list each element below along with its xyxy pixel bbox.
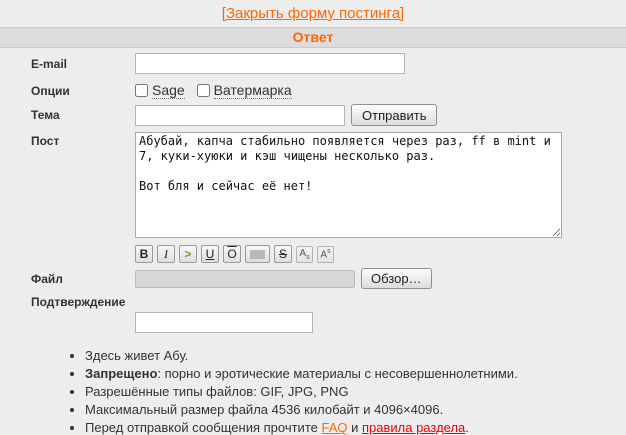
subscript-icon: As [299, 247, 310, 261]
email-label: E-mail [31, 57, 68, 71]
subject-row: Тема Отправить [0, 104, 626, 126]
watermark-checkbox[interactable] [196, 84, 210, 97]
submit-button[interactable]: Отправить [351, 104, 438, 126]
sage-option[interactable]: Sage [135, 82, 189, 99]
captcha-field[interactable] [135, 312, 313, 333]
file-label: Файл [31, 272, 63, 286]
bold-icon: B [139, 247, 149, 261]
captcha-input-row [135, 312, 626, 333]
faq-link[interactable]: FAQ [321, 420, 347, 435]
formatting-toolbar: B I > U O S As As [135, 245, 626, 263]
sage-checkbox[interactable] [135, 84, 148, 97]
rule-item: Перед отправкой сообщения прочтите FAQ и… [85, 420, 626, 435]
board-rules-list: Здесь живет Абу. Запрещено: порно и эрот… [68, 348, 626, 435]
overline-button[interactable]: O [223, 245, 241, 263]
browse-button[interactable]: Обзор… [361, 268, 432, 289]
post-textarea[interactable]: Абубай, капча стабильно появляется через… [135, 132, 562, 238]
subscript-button[interactable]: As [296, 245, 313, 263]
overline-icon: O [227, 247, 237, 261]
spoiler-icon [250, 249, 265, 259]
options-row: Опции Sage Ватермарка [0, 80, 626, 99]
rule-item: Запрещено: порно и эротические материалы… [85, 366, 626, 381]
superscript-button[interactable]: As [317, 245, 334, 263]
spoiler-button[interactable] [245, 245, 270, 263]
close-posting-form-link[interactable]: [Закрыть форму постинга] [222, 5, 404, 22]
strikethrough-icon: S [278, 247, 287, 261]
close-form-row: [Закрыть форму постинга] [0, 0, 626, 27]
post-row: Пост Абубай, капча стабильно появляется … [0, 132, 626, 243]
email-row: E-mail [0, 53, 626, 74]
rule-item: Здесь живет Абу. [85, 348, 626, 363]
reply-title-bar: Ответ [0, 27, 626, 48]
italic-icon: I [164, 246, 168, 261]
subject-field[interactable] [135, 104, 345, 126]
rule-item: Максимальный размер файла 4536 килобайт … [85, 402, 626, 417]
superscript-icon: As [320, 247, 331, 261]
strikethrough-button[interactable]: S [274, 245, 292, 263]
bold-button[interactable]: B [135, 245, 153, 263]
captcha-label: Подтверждение [31, 295, 126, 309]
watermark-option[interactable]: Ватермарка [196, 82, 292, 99]
post-label: Пост [31, 134, 60, 148]
captcha-label-row: Подтверждение [0, 295, 626, 309]
quote-icon: > [184, 247, 192, 261]
italic-button[interactable]: I [157, 245, 175, 263]
file-row: Файл Обзор… [0, 268, 626, 289]
form-title: Ответ [292, 29, 334, 45]
underline-icon: U [205, 247, 215, 261]
watermark-label: Ватермарка [213, 82, 292, 99]
rule-item: Разрешённые типы файлов: GIF, JPG, PNG [85, 384, 626, 399]
sage-label: Sage [152, 82, 185, 99]
subject-label: Тема [31, 108, 60, 122]
quote-button[interactable]: > [179, 245, 197, 263]
section-rules-link[interactable]: правила раздела [362, 420, 465, 435]
posting-form: E-mail Опции Sage Ватермарка Тема Отправ… [0, 53, 626, 333]
underline-button[interactable]: U [201, 245, 219, 263]
email-field[interactable] [135, 53, 405, 74]
file-filename-box[interactable] [135, 269, 355, 288]
options-label: Опции [31, 84, 70, 98]
